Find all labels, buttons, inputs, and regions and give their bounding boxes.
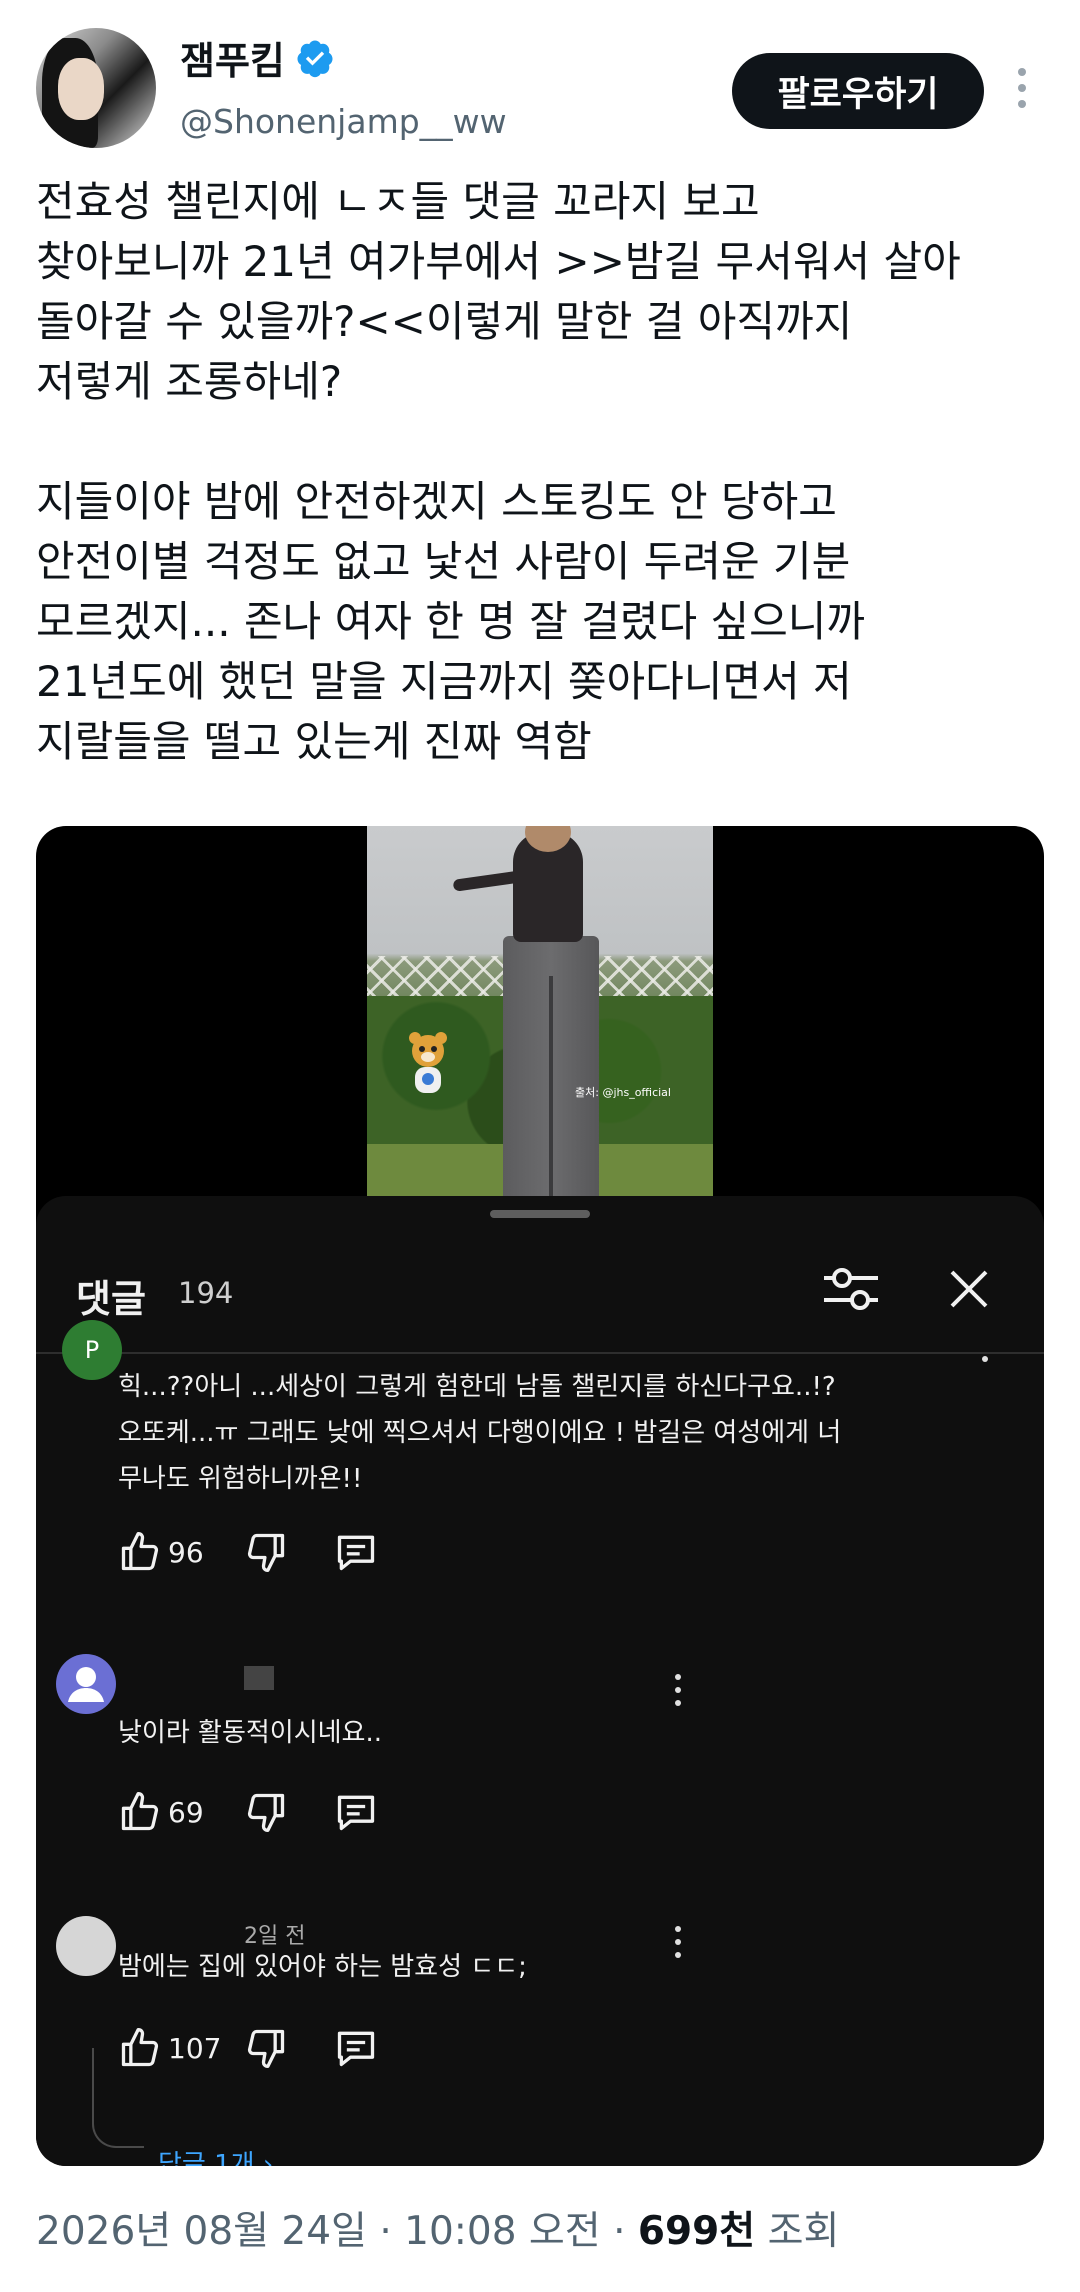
comment-text: 힉...??아니 ...세상이 그렇게 험한데 남돌 챌린지를 하신다구요..!… — [118, 1364, 841, 1502]
tweet-media-image[interactable]: 출처: @jhs_official 댓글 194 P 힉...??아니 ...세… — [36, 826, 1044, 2166]
view-replies-link[interactable]: 답글 1개 › — [158, 2144, 273, 2166]
like-count: 96 — [168, 1535, 204, 1569]
comment-line: 낮이라 활동적이시네요.. — [118, 1718, 382, 1748]
comment-more-icon[interactable] — [979, 1356, 991, 1370]
view-label: 조회 — [755, 2209, 840, 2254]
tweet-line: 돌아갈 수 있을까?<<이렇게 말한 걸 아직까지 — [36, 297, 853, 346]
like-count: 69 — [168, 1795, 204, 1829]
display-name[interactable]: 잼푸킴 — [180, 30, 285, 85]
comment-actions: 107 — [118, 2026, 378, 2070]
comments-title: 댓글 — [76, 1277, 146, 1321]
like-count: 107 — [168, 2031, 222, 2065]
view-count: 699천 — [637, 2209, 756, 2254]
tweet-line: 저렇게 조롱하네? — [36, 357, 343, 406]
like-button[interactable]: 69 — [118, 1790, 218, 1834]
thumbs-up-icon — [121, 1532, 159, 1571]
comment-line: 오또케...ㅠ 그래도 낮에 찍으셔서 다행이에요 ! 밤길은 여성에게 너 — [118, 1418, 842, 1448]
tiger-mascot-icon — [409, 1032, 447, 1093]
reply-icon[interactable] — [334, 2026, 378, 2070]
reply-icon[interactable] — [334, 1530, 378, 1574]
video-frame: 출처: @jhs_official — [367, 826, 713, 1201]
avatar-letter: P — [84, 1336, 100, 1364]
comment-more-icon[interactable] — [672, 1674, 684, 1714]
tweet-text: 전효성 챌린지에 ㄴㅈ들 댓글 꼬라지 보고 찾아보니까 21년 여가부에서 >… — [36, 172, 1056, 772]
comment-avatar[interactable] — [56, 1916, 116, 1976]
thumbs-down-icon[interactable] — [244, 1530, 288, 1574]
reply-icon[interactable] — [334, 1790, 378, 1834]
comment-actions: 96 — [118, 1530, 378, 1574]
verified-badge-icon — [297, 40, 333, 77]
drag-handle[interactable] — [490, 1210, 590, 1218]
thumbs-down-icon[interactable] — [244, 1790, 288, 1834]
tweet-line: 지들이야 밤에 안전하겠지 스토킹도 안 당하고 — [36, 477, 837, 526]
tweet-meta: 2026년 08월 24일 · 10:08 오전 · 699천 조회 — [36, 2200, 839, 2256]
tweet-line: 찾아보니까 21년 여가부에서 >>밤길 무서워서 살아 — [36, 237, 961, 286]
tweet-line: 지랄들을 떨고 있는게 진짜 역함 — [36, 717, 592, 766]
comment-more-icon[interactable] — [672, 1926, 684, 1966]
user-handle[interactable]: @Shonenjamp__ww — [180, 102, 507, 141]
comment-line: 밤에는 집에 있어야 하는 밤효성 ㄷㄷ; — [118, 1952, 527, 1982]
like-button[interactable]: 96 — [118, 1530, 218, 1574]
close-icon[interactable] — [946, 1266, 992, 1312]
profile-avatar[interactable] — [36, 28, 156, 148]
video-watermark: 출처: @jhs_official — [575, 1086, 671, 1099]
avatar-face-shape — [58, 58, 104, 120]
tweet-line: 전효성 챌린지에 ㄴㅈ들 댓글 꼬라지 보고 — [36, 177, 760, 226]
thumbs-down-icon[interactable] — [244, 2026, 288, 2070]
comment-avatar[interactable]: P — [62, 1320, 122, 1380]
sort-filter-icon[interactable] — [822, 1264, 880, 1314]
comment-line: 무나도 위험하니까욘!! — [118, 1464, 363, 1494]
comment-line: 힉...??아니 ...세상이 그렇게 험한데 남돌 챌린지를 하신다구요..!… — [118, 1372, 836, 1402]
comments-count: 194 — [178, 1276, 234, 1310]
comment-avatar[interactable] — [56, 1654, 116, 1714]
comment-text: 밤에는 집에 있어야 하는 밤효성 ㄷㄷ; — [118, 1944, 527, 1990]
comments-sheet: 댓글 194 P 힉...??아니 ...세상이 그렇게 험한데 남돌 챌린지를… — [36, 1196, 1044, 2166]
default-user-icon — [68, 1667, 104, 1702]
comment-text: 낮이라 활동적이시네요.. — [118, 1710, 382, 1756]
person-pants-shape — [503, 936, 599, 1201]
more-options-icon[interactable] — [1012, 68, 1032, 118]
display-name-row[interactable]: 잼푸킴 — [180, 30, 335, 85]
tweet-datetime[interactable]: 2026년 08월 24일 · 10:08 오전 · — [36, 2209, 638, 2254]
reply-thread-line — [92, 2048, 144, 2148]
tweet-line: 21년도에 했던 말을 지금까지 쫒아다니면서 저 — [36, 657, 852, 706]
follow-button[interactable]: 팔로우하기 — [732, 53, 984, 129]
redacted-username — [244, 1666, 274, 1690]
tweet-line: 모르겠지... 존나 여자 한 명 잘 걸렸다 싶으니까 — [36, 597, 866, 646]
sheet-divider — [36, 1352, 1044, 1354]
tweet-line: 안전이별 걱정도 없고 낯선 사람이 두려운 기분 — [36, 537, 851, 586]
thumbs-up-icon — [121, 1792, 159, 1831]
comment-actions: 69 — [118, 1790, 378, 1834]
